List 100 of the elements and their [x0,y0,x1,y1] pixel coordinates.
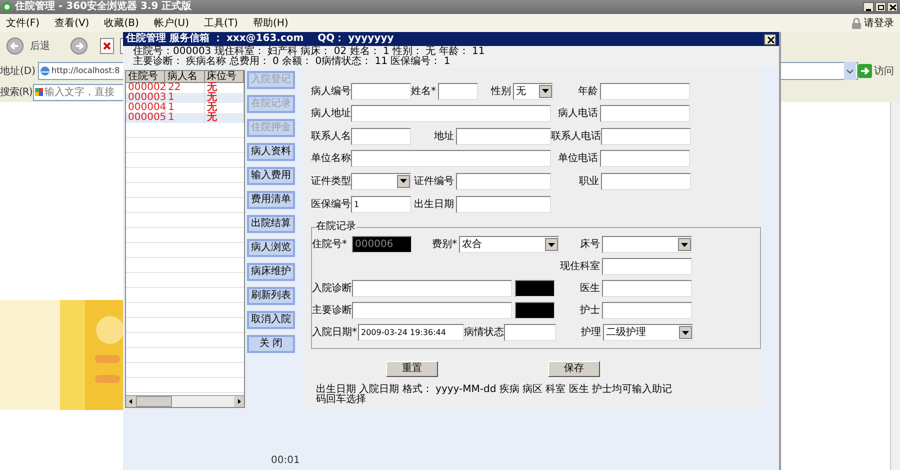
text-field[interactable] [352,302,512,319]
text-field[interactable] [601,172,691,190]
dark-field[interactable] [515,302,555,319]
table-row[interactable]: 000003 1 无 [126,93,244,103]
text-field[interactable] [351,128,411,145]
side-button[interactable]: 出院结算 [247,215,295,233]
field-label: 出生日期 [414,199,454,210]
text-field[interactable] [601,128,691,145]
field-label: 入院日期* [312,327,357,338]
dark-field[interactable] [515,280,555,297]
field-label: 性别 [491,86,511,97]
text-field[interactable]: 1 [351,196,411,213]
field-label: 姓名* [411,86,436,97]
text-field[interactable] [456,172,551,190]
minimize-icon[interactable] [863,2,874,12]
hint-text: 出生日期 入院日期 格式： yyyy-MM-dd 疾病 病区 科室 医生 护士均可输入助记码回车选择 [316,384,674,404]
side-button[interactable]: 输入费用 [247,167,295,185]
go-button[interactable]: 访问 [874,64,898,78]
side-button[interactable]: 病人浏览 [247,239,295,257]
field-label: 联系人名 [311,130,351,142]
text-field[interactable] [438,82,478,100]
caret-icon [678,238,691,251]
scrollbar[interactable] [890,102,900,470]
field-label: 病情状态 [464,327,504,338]
action-button[interactable]: 保存 [548,360,600,376]
menu-item[interactable]: 帮助(H) [252,16,288,30]
menu-item[interactable]: 文件(F) [6,16,40,30]
text-field[interactable] [600,82,690,100]
caret-icon [539,84,552,98]
text-field[interactable]: 2009-03-24 19:36:44 [358,324,464,341]
side-button[interactable]: 刷新列表 [247,287,295,305]
dropdown[interactable]: 无 [513,82,553,100]
field-label: 住院号* [312,239,347,250]
scroll-left-icon [126,396,136,407]
text-field[interactable] [600,105,690,122]
text-field[interactable] [602,258,692,275]
table-row[interactable]: 000002 22 无 [126,83,244,93]
dropdown[interactable] [351,172,411,190]
text-field[interactable] [456,196,551,213]
browser-logo-icon [2,2,12,12]
field-label: 病人电话 [558,108,598,120]
horizontal-scrollbar[interactable] [126,395,244,407]
search-engine-icon [35,88,44,96]
maximize-icon[interactable] [875,2,886,12]
text-field[interactable] [352,280,512,297]
action-button[interactable]: 重置 [386,360,438,376]
scroll-right-icon [234,396,244,407]
side-button[interactable]: 费用清单 [247,191,295,209]
scroll-thumb[interactable] [136,396,172,407]
field-label: 证件类型 [311,176,351,187]
field-label: 证件编号 [414,176,454,187]
field-label: 单位名称 [311,153,351,164]
field-label: 医生 [580,283,600,294]
text-field[interactable] [456,128,551,145]
menu-item[interactable]: 查看(V) [54,16,90,30]
menu-item[interactable]: 收藏(B) [104,16,139,30]
text-field[interactable] [351,105,551,122]
field-label: 联系人电话 [551,130,601,142]
field-label: 费别* [432,239,457,250]
stop-icon[interactable] [100,38,114,54]
caret-icon [545,238,558,251]
side-button[interactable]: 病人资料 [247,143,295,161]
field-label: 地址 [434,130,454,142]
dropdown[interactable]: 农合 [459,236,559,253]
menu-item[interactable]: 工具(T) [204,16,238,30]
caret-icon [679,326,692,339]
field-label: 床号 [580,239,600,250]
back-button[interactable]: 后退 [30,38,50,54]
text-field[interactable] [602,302,692,319]
menu-item[interactable]: 帐户(U) [154,16,190,30]
login-link[interactable]: 请登录 [864,16,894,30]
table-row[interactable]: 000004 1 无 [126,103,244,113]
address-label: 地址(D) [0,64,36,78]
side-button[interactable]: 取消入院 [247,311,295,329]
field-label: 主要诊断 [312,305,352,316]
close-icon[interactable] [887,2,898,12]
field-label: 护士 [580,305,600,316]
text-field[interactable] [600,150,690,168]
field-label: 护理 [581,327,601,338]
info-line: 主要诊断： 疾病名称 总费用： 0 余额： 0病情状态： 11 医保编号： 1 [133,57,452,67]
field-label: 病人地址 [311,108,351,120]
window-title: 住院管理 - 360安全浏览器 3.9 正式版 [15,0,192,14]
dropdown[interactable]: 二级护理 [603,324,693,341]
table-row[interactable]: 000005 1 无 [126,113,244,123]
side-button[interactable]: 病床维护 [247,263,295,281]
search-label: 搜索(R) [0,86,32,100]
dark-field[interactable]: 000006 [352,236,412,253]
dialog-title: 住院管理 服务信箱 ： xxx@163.com QQ： yyyyyyy [126,33,394,45]
info-line: 住院号：000003 现住科室： 妇产科 病床： 02 姓名： 1 性别： 无 年龄： 11 [133,47,486,57]
text-field[interactable] [351,150,551,168]
side-button[interactable]: 关 闭 [247,335,295,353]
text-field[interactable] [602,280,692,297]
text-field[interactable] [351,82,411,100]
field-label: 年龄 [578,86,598,97]
close-icon[interactable] [764,34,776,44]
go-arrow-icon[interactable] [858,64,872,78]
text-field[interactable] [504,324,556,341]
dropdown[interactable] [602,236,692,253]
field-label: 现住科室 [560,261,600,272]
field-label: 单位电话 [558,153,598,164]
